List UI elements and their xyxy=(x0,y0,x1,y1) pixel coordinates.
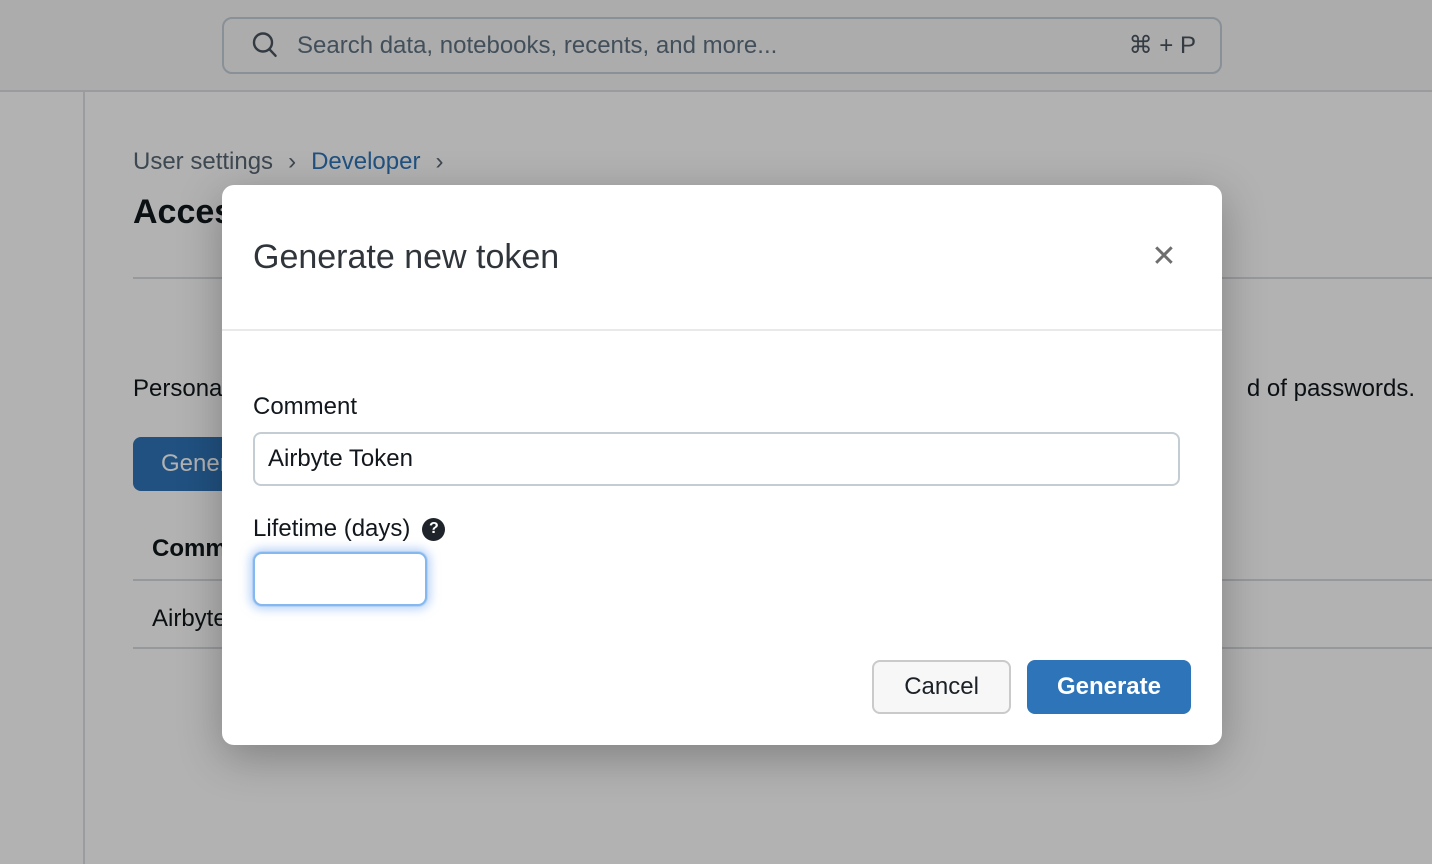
modal-title: Generate new token xyxy=(253,238,1142,277)
lifetime-label: Lifetime (days) xyxy=(253,515,410,543)
comment-input[interactable] xyxy=(253,432,1180,486)
cancel-button[interactable]: Cancel xyxy=(872,660,1011,714)
modal-header: Generate new token ✕ xyxy=(222,185,1222,331)
comment-label: Comment xyxy=(253,393,1180,421)
lifetime-input[interactable] xyxy=(253,552,427,606)
generate-button[interactable]: Generate xyxy=(1027,660,1191,714)
modal-footer: Cancel Generate xyxy=(222,660,1191,714)
generate-token-modal: Generate new token ✕ Comment Lifetime (d… xyxy=(222,185,1222,745)
app-window: ⌘ + P User settings › Developer › Access… xyxy=(0,0,1432,864)
modal-body: Comment Lifetime (days) ? xyxy=(253,331,1180,606)
help-icon[interactable]: ? xyxy=(422,518,445,541)
lifetime-label-row: Lifetime (days) ? xyxy=(253,515,1180,543)
close-icon[interactable]: ✕ xyxy=(1142,235,1186,279)
